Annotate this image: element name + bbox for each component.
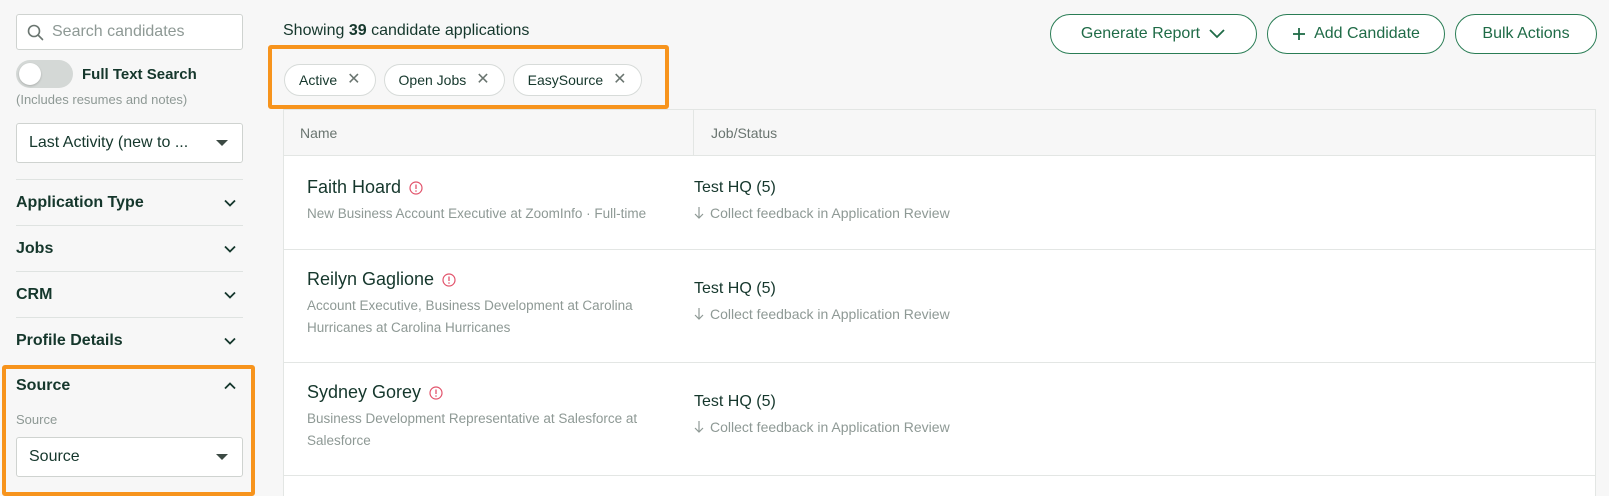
filter-section-label: Profile Details: [16, 331, 123, 349]
chevron-down-icon: [224, 199, 236, 207]
alert-icon: [442, 272, 456, 287]
filter-section-label: Jobs: [16, 239, 54, 257]
chevron-down-icon: [224, 337, 236, 345]
sort-select-value: Last Activity (new to ...: [29, 134, 189, 151]
results-number: 39: [348, 22, 367, 39]
candidate-name-cell: Sydney Gorey: [307, 382, 443, 403]
search-icon: [27, 24, 44, 40]
results-prefix: Showing: [283, 22, 349, 39]
filter-sidebar: Full Text Search (Includes resumes and n…: [0, 0, 260, 496]
caret-down-icon: [216, 454, 228, 460]
active-filter-chips: Active ✕ Open Jobs ✕ EasySource ✕: [284, 64, 642, 96]
caret-down-icon: [216, 140, 228, 146]
filter-section-label: Source: [16, 377, 71, 394]
filter-section-crm[interactable]: CRM: [16, 271, 243, 317]
table-row[interactable]: Faith Hoard New Business Account Executi…: [284, 156, 1595, 250]
results-suffix: candidate applications: [366, 22, 530, 39]
candidate-name-cell: Reilyn Gaglione: [307, 269, 456, 290]
close-icon[interactable]: ✕: [613, 72, 626, 88]
table-row[interactable]: Reilyn Gaglione Account Executive, Busin…: [284, 250, 1595, 363]
bulk-actions-button[interactable]: Bulk Actions: [1455, 14, 1597, 54]
filter-section-label: Application Type: [16, 193, 144, 211]
filter-section-label: CRM: [16, 285, 53, 303]
job-status: Collect feedback in Application Review: [694, 205, 950, 221]
candidates-table: Name Job/Status Faith Hoard New Business…: [283, 109, 1596, 496]
generate-report-button[interactable]: Generate Report: [1050, 14, 1257, 54]
arrow-down-icon: [694, 308, 704, 320]
table-row[interactable]: Sydney Gorey Business Development Repres…: [284, 363, 1595, 476]
source-select[interactable]: Source: [16, 437, 243, 477]
filter-chip-active[interactable]: Active ✕: [284, 64, 376, 96]
job-status-text: Collect feedback in Application Review: [710, 306, 950, 322]
chevron-down-icon: [224, 291, 236, 299]
filter-chip-open-jobs[interactable]: Open Jobs ✕: [383, 64, 505, 96]
filter-section-application-type[interactable]: Application Type: [16, 179, 243, 225]
results-count: Showing 39 candidate applications: [283, 22, 529, 40]
filter-section-profile-details[interactable]: Profile Details: [16, 317, 243, 363]
job-status-text: Collect feedback in Application Review: [710, 419, 950, 435]
candidate-name-cell: Faith Hoard: [307, 177, 423, 198]
sort-select[interactable]: Last Activity (new to ...: [16, 123, 243, 163]
table-header: Name Job/Status: [284, 110, 1595, 156]
column-header-job-status[interactable]: Job/Status: [694, 110, 1595, 155]
job-title[interactable]: Test HQ (5): [694, 179, 776, 197]
job-status: Collect feedback in Application Review: [694, 306, 950, 322]
filter-section-jobs[interactable]: Jobs: [16, 225, 243, 271]
chevron-up-icon: [224, 382, 236, 390]
toggle-knob: [19, 63, 41, 85]
candidate-name-link[interactable]: Reilyn Gaglione: [307, 269, 434, 290]
candidate-description: Account Executive, Business Development …: [307, 298, 633, 335]
job-title[interactable]: Test HQ (5): [694, 393, 776, 411]
chevron-down-icon: [1209, 29, 1225, 39]
full-text-search-hint: (Includes resumes and notes): [16, 92, 188, 107]
full-text-search-row: Full Text Search: [16, 60, 197, 88]
column-header-name[interactable]: Name: [284, 110, 694, 155]
chip-label: Open Jobs: [398, 72, 467, 88]
chip-label: Active: [299, 72, 338, 88]
candidate-description: New Business Account Executive at ZoomIn…: [307, 206, 647, 221]
filter-section-source[interactable]: Source: [16, 363, 243, 409]
source-sublabel: Source: [16, 412, 58, 427]
source-select-value: Source: [29, 448, 80, 465]
filter-chip-easysource[interactable]: EasySource ✕: [512, 64, 642, 96]
alert-icon: [409, 180, 423, 195]
candidate-description: Business Development Representative at S…: [307, 411, 638, 448]
full-text-search-toggle[interactable]: [16, 60, 73, 88]
job-status: Collect feedback in Application Review: [694, 419, 950, 435]
chip-label: EasySource: [527, 72, 604, 88]
chevron-down-icon: [224, 245, 236, 253]
generate-report-label: Generate Report: [1080, 25, 1201, 42]
bulk-actions-label: Bulk Actions: [1482, 25, 1570, 42]
search-box[interactable]: [16, 14, 243, 50]
close-icon[interactable]: ✕: [347, 72, 360, 88]
job-title[interactable]: Test HQ (5): [694, 280, 776, 298]
candidate-name-link[interactable]: Faith Hoard: [307, 177, 401, 198]
plus-icon: [1293, 28, 1306, 40]
add-candidate-label: Add Candidate: [1314, 25, 1420, 42]
search-input[interactable]: [52, 23, 232, 41]
job-status-text: Collect feedback in Application Review: [710, 205, 950, 221]
alert-icon: [429, 385, 443, 400]
add-candidate-button[interactable]: Add Candidate: [1267, 14, 1445, 54]
candidate-name-link[interactable]: Sydney Gorey: [307, 382, 421, 403]
close-icon[interactable]: ✕: [476, 72, 489, 88]
arrow-down-icon: [694, 207, 704, 219]
arrow-down-icon: [694, 421, 704, 433]
full-text-search-label: Full Text Search: [82, 65, 197, 83]
